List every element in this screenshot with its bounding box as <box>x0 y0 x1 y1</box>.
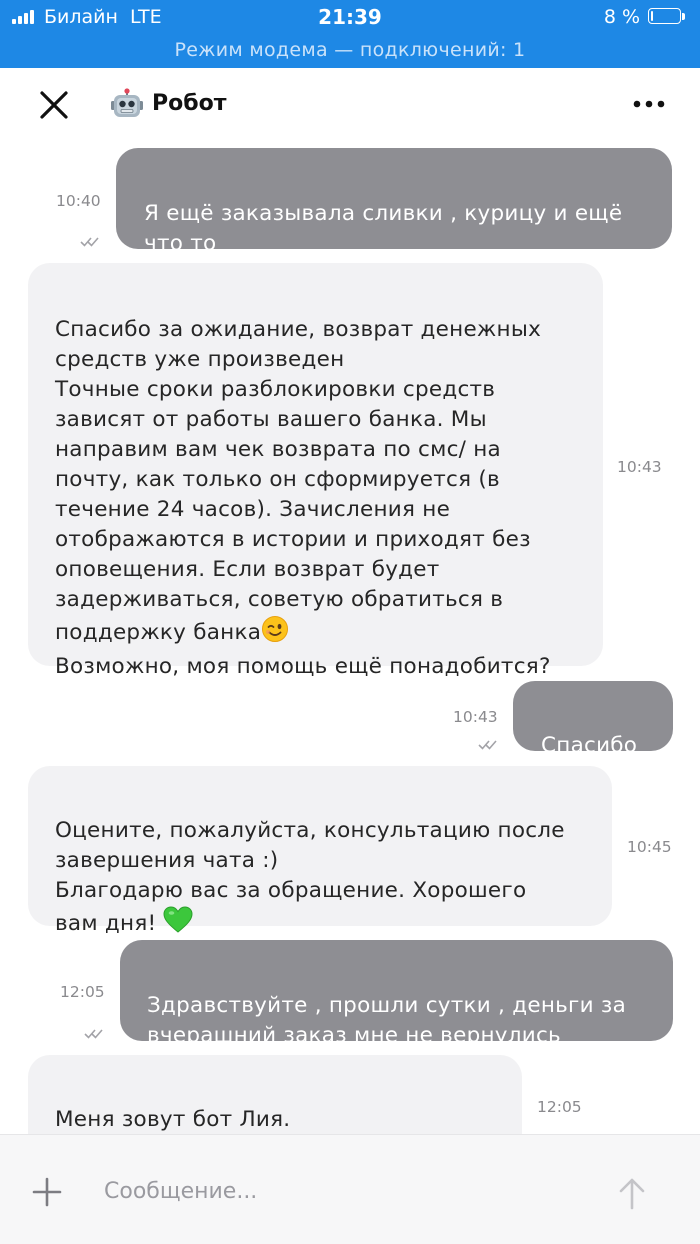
read-checkmarks-icon <box>80 237 99 247</box>
message-text: Возможно, моя помощь ещё понадобится? <box>55 654 551 679</box>
message-time: 10:43 <box>617 458 662 476</box>
incoming-message-bubble[interactable]: Оцените, пожалуйста, консультацию после … <box>28 766 612 936</box>
outgoing-message-bubble[interactable]: Спасибо <box>513 681 673 758</box>
message-time: 10:45 <box>627 838 672 856</box>
incoming-message-bubble[interactable]: Спасибо за ожидание, возврат денежных ср… <box>28 263 603 679</box>
read-checkmarks-icon <box>84 1029 103 1039</box>
clock: 21:39 <box>318 5 382 29</box>
incoming-message-bubble[interactable]: Меня зовут бот Лия. Я попробую ответить … <box>28 1055 522 1134</box>
message-text: Спасибо за ожидание, возврат денежных ср… <box>55 317 542 645</box>
robot-avatar-icon <box>110 88 144 120</box>
status-bar: Билайн LTE 21:39 8 % Режим модема — подк… <box>0 0 700 68</box>
battery-icon <box>648 8 686 26</box>
message-text: Здравствуйте , прошли сутки , деньги за … <box>147 993 627 1048</box>
message-text: Спасибо <box>541 733 638 758</box>
close-icon <box>40 91 68 119</box>
message-time: 10:40 <box>56 192 101 210</box>
send-arrow-icon <box>619 1178 645 1210</box>
more-options-button[interactable] <box>630 90 670 118</box>
message-list[interactable]: 10:40 Я ещё заказывала сливки , курицу и… <box>0 140 700 1134</box>
more-dots-icon <box>633 100 665 108</box>
green-heart-emoji-icon <box>163 906 193 943</box>
battery-percent: 8 % <box>603 6 640 28</box>
plus-icon <box>32 1177 62 1207</box>
read-checkmarks-icon <box>478 740 497 750</box>
message-time: 10:43 <box>453 708 498 726</box>
message-text: Меня зовут бот Лия. Я попробую ответить … <box>55 1107 291 1132</box>
chat-header: Робот <box>0 68 700 140</box>
outgoing-message-bubble[interactable]: Здравствуйте , прошли сутки , деньги за … <box>120 940 673 1048</box>
close-button[interactable] <box>32 86 76 124</box>
chat-title: Робот <box>152 91 227 116</box>
message-time: 12:05 <box>60 983 105 1001</box>
hotspot-banner[interactable]: Режим модема — подключений: 1 <box>0 37 700 63</box>
message-input[interactable] <box>100 1165 588 1217</box>
wink-emoji-icon <box>261 615 289 652</box>
message-composer <box>0 1134 700 1244</box>
message-text: Я ещё заказывала сливки , курицу и ещё ч… <box>144 201 623 256</box>
outgoing-message-bubble[interactable]: Я ещё заказывала сливки , курицу и ещё ч… <box>116 148 672 256</box>
attach-button[interactable] <box>30 1175 64 1209</box>
send-button[interactable] <box>616 1175 648 1211</box>
message-text: Оцените, пожалуйста, консультацию после … <box>55 818 565 936</box>
message-time: 12:05 <box>537 1098 582 1116</box>
